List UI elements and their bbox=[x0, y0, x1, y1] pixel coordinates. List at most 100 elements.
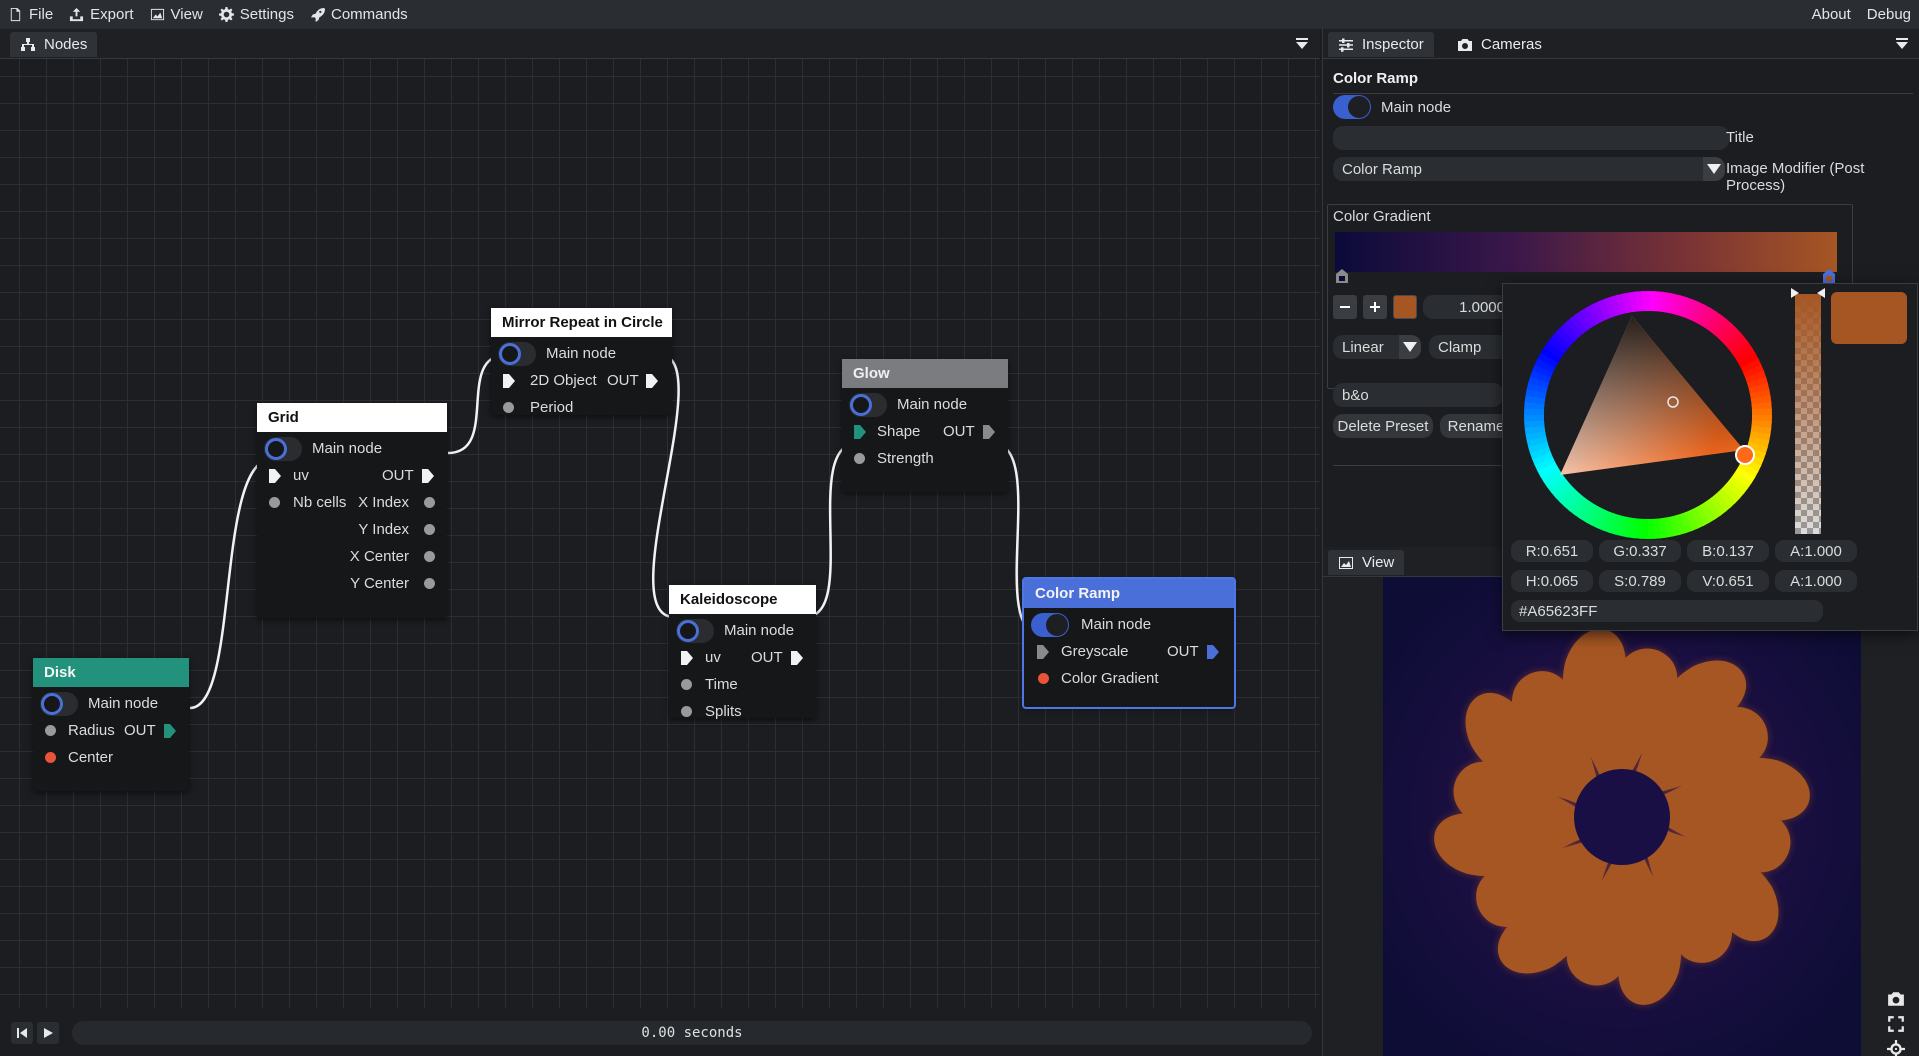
hue-wheel[interactable] bbox=[1523, 290, 1773, 540]
node-disk-main-label: Main node bbox=[88, 695, 159, 712]
node-grid-uv-pin[interactable] bbox=[269, 468, 281, 483]
interpolation-dropdown-button[interactable] bbox=[1399, 335, 1421, 359]
node-disk-center-pin[interactable] bbox=[45, 752, 56, 763]
add-stop-button[interactable] bbox=[1363, 295, 1387, 319]
node-glow-shape-label: Shape bbox=[877, 423, 921, 440]
hue-value-text: H:0.065 bbox=[1525, 572, 1579, 590]
gradient-stop-left[interactable] bbox=[1336, 269, 1348, 283]
node-kaleidoscope-out-pin[interactable] bbox=[791, 650, 803, 665]
menu-commands[interactable]: Commands bbox=[302, 0, 416, 29]
menu-debug[interactable]: Debug bbox=[1859, 0, 1919, 29]
node-mirror-repeat[interactable]: Mirror Repeat in Circle Main node 2D Obj… bbox=[491, 308, 672, 416]
blue-value[interactable]: B:0.137 bbox=[1687, 540, 1769, 562]
stop-color-swatch[interactable] bbox=[1393, 295, 1417, 319]
node-grid-ycenter-pin[interactable] bbox=[424, 578, 435, 589]
wrap-mode-select[interactable]: Clamp bbox=[1429, 335, 1509, 359]
node-glow-main-toggle[interactable] bbox=[849, 392, 887, 417]
alpha-slider[interactable] bbox=[1795, 294, 1821, 534]
preset-name-input[interactable]: b&o bbox=[1333, 383, 1503, 407]
alpha-value-hsv[interactable]: A:1.000 bbox=[1775, 570, 1857, 592]
node-kaleidoscope[interactable]: Kaleidoscope Main node uv OUT Time Split… bbox=[669, 585, 816, 720]
menu-about[interactable]: About bbox=[1804, 0, 1859, 29]
tab-nodes[interactable]: Nodes bbox=[10, 32, 98, 57]
alpha-value-rgb[interactable]: A:1.000 bbox=[1775, 540, 1857, 562]
menu-export[interactable]: Export bbox=[61, 0, 141, 29]
node-type-select[interactable]: Color Ramp bbox=[1333, 157, 1723, 181]
render-preview[interactable] bbox=[1383, 577, 1861, 1056]
node-disk[interactable]: Disk Main node Radius OUT Center bbox=[33, 658, 189, 791]
node-glow-out-pin[interactable] bbox=[983, 424, 995, 439]
remove-stop-button[interactable] bbox=[1333, 295, 1357, 319]
brightness-value[interactable]: V:0.651 bbox=[1687, 570, 1769, 592]
node-kaleidoscope-main-toggle[interactable] bbox=[676, 618, 714, 643]
node-mirror-object-pin[interactable] bbox=[503, 373, 515, 388]
hex-input[interactable]: #A65623FF bbox=[1511, 600, 1823, 622]
node-grid-yindex-pin[interactable] bbox=[424, 524, 435, 535]
red-value[interactable]: R:0.651 bbox=[1511, 540, 1593, 562]
nodes-tabbar: Nodes bbox=[0, 29, 1320, 59]
inspector-main-node-toggle[interactable] bbox=[1333, 95, 1371, 119]
node-type-dropdown-button[interactable] bbox=[1703, 157, 1725, 181]
tab-view[interactable]: View bbox=[1328, 550, 1405, 575]
node-kaleidoscope-splits-pin[interactable] bbox=[681, 706, 692, 717]
node-ramp-greyscale-label: Greyscale bbox=[1061, 643, 1129, 660]
saturation-value[interactable]: S:0.789 bbox=[1599, 570, 1681, 592]
node-grid[interactable]: Grid Main node uv OUT Nb cells X Index Y… bbox=[257, 403, 447, 618]
tab-inspector[interactable]: Inspector bbox=[1328, 32, 1434, 57]
plus-icon bbox=[1370, 302, 1380, 312]
node-disk-out-pin[interactable] bbox=[164, 723, 176, 738]
screenshot-button[interactable] bbox=[1885, 988, 1907, 1010]
node-kaleidoscope-time-pin[interactable] bbox=[681, 679, 692, 690]
node-kaleidoscope-time-row: Time bbox=[669, 671, 816, 698]
node-grid-title: Grid bbox=[257, 403, 447, 432]
node-ramp-gradient-pin[interactable] bbox=[1038, 673, 1049, 684]
tab-cameras[interactable]: Cameras bbox=[1447, 32, 1552, 57]
node-kaleidoscope-uv-pin[interactable] bbox=[681, 650, 693, 665]
timeline-track[interactable]: 0.00 seconds bbox=[72, 1021, 1312, 1045]
node-mirror-out-pin[interactable] bbox=[646, 373, 658, 388]
alpha-slider-handle[interactable] bbox=[1791, 288, 1825, 298]
menu-file[interactable]: File bbox=[0, 0, 61, 29]
node-glow-title: Glow bbox=[842, 359, 1008, 388]
node-ramp-out-pin[interactable] bbox=[1207, 644, 1219, 659]
node-disk-main-toggle[interactable] bbox=[40, 691, 78, 716]
play-button[interactable] bbox=[37, 1022, 59, 1044]
node-glow-shape-pin[interactable] bbox=[854, 424, 866, 439]
stop-position-input[interactable]: 1.0000 bbox=[1423, 295, 1513, 319]
menu-settings[interactable]: Settings bbox=[211, 0, 302, 29]
node-disk-center-label: Center bbox=[68, 749, 114, 766]
node-ramp-greyscale-pin[interactable] bbox=[1037, 644, 1049, 659]
node-color-ramp[interactable]: Color Ramp Main node Greyscale OUT Color… bbox=[1022, 577, 1236, 709]
color-gradient-bar[interactable] bbox=[1335, 232, 1837, 272]
node-grid-main-row: Main node bbox=[257, 435, 447, 462]
node-grid-xcenter-pin[interactable] bbox=[424, 551, 435, 562]
delete-preset-button[interactable]: Delete Preset bbox=[1333, 414, 1433, 438]
title-input[interactable] bbox=[1333, 126, 1729, 150]
node-grid-main-toggle[interactable] bbox=[264, 436, 302, 461]
node-disk-title: Disk bbox=[33, 658, 189, 687]
hue-value[interactable]: H:0.065 bbox=[1511, 570, 1593, 592]
hue-cursor[interactable] bbox=[1735, 445, 1755, 465]
node-mirror-main-toggle[interactable] bbox=[498, 341, 536, 366]
nodes-panel-menu-button[interactable] bbox=[1291, 34, 1313, 54]
inspector-panel-menu-button[interactable] bbox=[1891, 34, 1913, 54]
node-disk-radius-pin[interactable] bbox=[45, 725, 56, 736]
recenter-button[interactable] bbox=[1885, 1038, 1907, 1056]
node-grid-uv-row: uv OUT bbox=[257, 462, 447, 489]
node-grid-out-pin[interactable] bbox=[422, 468, 434, 483]
node-glow[interactable]: Glow Main node Shape OUT Strength bbox=[842, 359, 1008, 492]
node-ramp-main-toggle[interactable] bbox=[1031, 612, 1069, 637]
node-kaleidoscope-title: Kaleidoscope bbox=[669, 585, 816, 614]
node-mirror-period-pin[interactable] bbox=[503, 402, 514, 413]
node-grid-nbcells-pin[interactable] bbox=[269, 497, 280, 508]
green-value[interactable]: G:0.337 bbox=[1599, 540, 1681, 562]
node-kaleidoscope-main-row: Main node bbox=[669, 617, 816, 644]
node-grid-xindex-pin[interactable] bbox=[424, 497, 435, 508]
fullscreen-button[interactable] bbox=[1885, 1013, 1907, 1035]
chevron-down-icon bbox=[1403, 342, 1417, 352]
node-glow-strength-pin[interactable] bbox=[854, 453, 865, 464]
rewind-button[interactable] bbox=[11, 1022, 33, 1044]
menu-view[interactable]: View bbox=[142, 0, 211, 29]
node-graph-canvas[interactable]: Disk Main node Radius OUT Center Grid Ma… bbox=[0, 59, 1320, 1019]
gradient-stop-right[interactable] bbox=[1823, 269, 1835, 283]
